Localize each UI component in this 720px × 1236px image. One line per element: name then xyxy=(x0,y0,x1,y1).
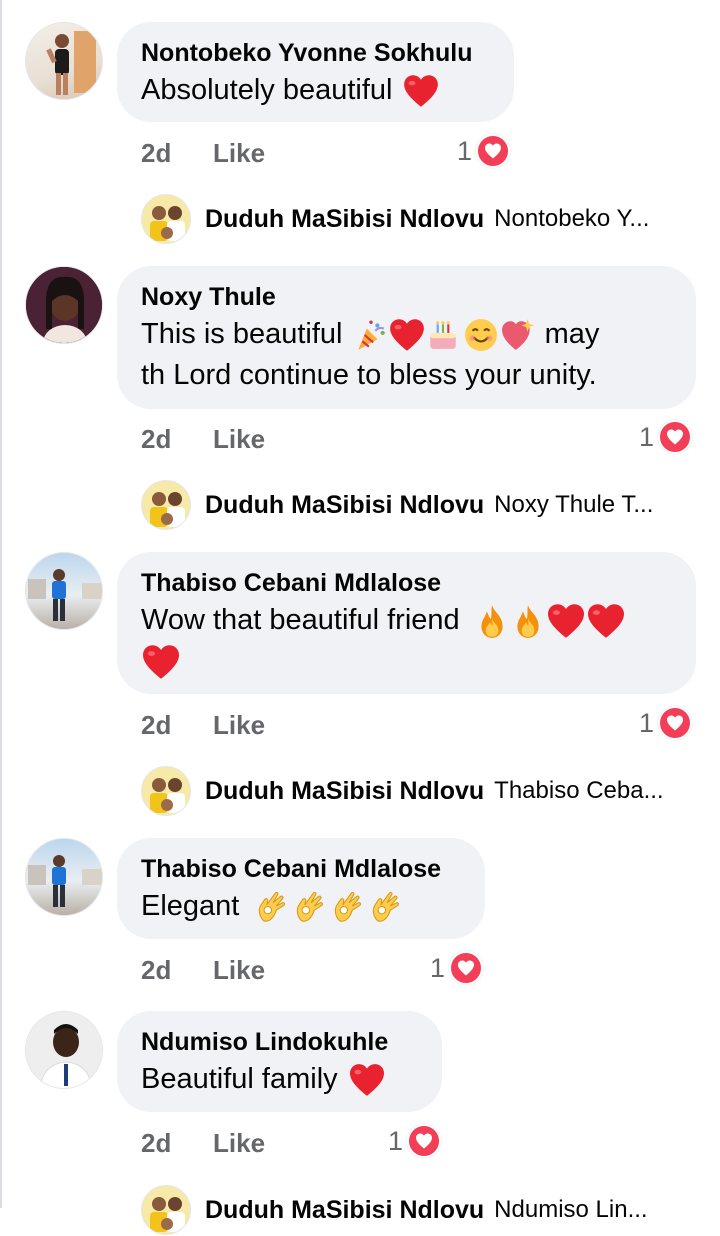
reply-author[interactable]: Duduh MaSibisi Ndlovu xyxy=(205,205,484,234)
ok-hand-icon xyxy=(253,889,289,925)
reply-author[interactable]: Duduh MaSibisi Ndlovu xyxy=(205,777,484,806)
avatar[interactable] xyxy=(25,552,103,630)
reaction-count: 1 xyxy=(639,421,655,452)
comment-text: Elegant xyxy=(141,886,459,927)
love-heart-icon xyxy=(407,1124,442,1158)
comment-text-line-1-tail: may xyxy=(544,318,600,350)
reply-preview[interactable]: Duduh MaSibisi Ndlovu Noxy Thule T... xyxy=(141,479,653,531)
love-heart-icon xyxy=(476,134,511,168)
like-button[interactable]: Like xyxy=(213,138,265,169)
reply-snippet: Noxy Thule T... xyxy=(494,491,654,518)
comment-text-line-1: This is beautiful xyxy=(141,318,343,350)
comment-timestamp[interactable]: 2d xyxy=(141,1128,171,1159)
comment-text-body: Elegant xyxy=(141,890,240,922)
comment-bubble[interactable]: Thabiso Cebani Mdlalose Elegant xyxy=(117,838,485,939)
love-heart-icon xyxy=(449,951,484,985)
comment-text: Wow that beautiful friend xyxy=(141,600,670,641)
comment-bubble[interactable]: Noxy Thule This is beautiful may th Lord… xyxy=(117,266,696,409)
like-button[interactable]: Like xyxy=(213,955,265,986)
comment-author[interactable]: Nontobeko Yvonne Sokhulu xyxy=(141,36,488,70)
like-button[interactable]: Like xyxy=(213,424,265,455)
fire-icon xyxy=(474,603,510,639)
reaction-count: 1 xyxy=(388,1125,404,1156)
reaction-count: 1 xyxy=(639,707,655,738)
comment-text-body: Wow that beautiful friend xyxy=(141,604,460,636)
red-heart-icon xyxy=(389,318,425,352)
reaction-summary[interactable]: 1 xyxy=(430,951,484,985)
comment-author[interactable]: Noxy Thule xyxy=(141,280,670,314)
avatar-photo xyxy=(26,267,102,343)
comment-text-body: Beautiful family xyxy=(141,1063,338,1095)
reply-avatar xyxy=(141,1185,191,1235)
red-heart-icon xyxy=(348,1063,386,1097)
fire-icon xyxy=(510,603,546,639)
comment-author[interactable]: Thabiso Cebani Mdlalose xyxy=(141,852,459,886)
love-heart-icon xyxy=(658,420,693,454)
ok-hand-icon xyxy=(367,889,403,925)
party-popper-icon xyxy=(353,318,389,352)
ok-hand-icon xyxy=(291,889,327,925)
red-heart-icon xyxy=(586,603,626,639)
comment-bubble[interactable]: Thabiso Cebani Mdlalose Wow that beautif… xyxy=(117,552,696,694)
comment-text-body: Absolutely beautiful xyxy=(141,74,393,106)
comment-timestamp[interactable]: 2d xyxy=(141,955,171,986)
comment-bubble[interactable]: Ndumiso Lindokuhle Beautiful family xyxy=(117,1011,442,1112)
reply-snippet: Thabiso Ceba... xyxy=(494,777,664,804)
comment-text-line-2: th Lord continue to bless your unity. xyxy=(141,359,597,391)
reply-avatar xyxy=(141,766,191,816)
comment-timestamp[interactable]: 2d xyxy=(141,138,171,169)
reply-author[interactable]: Duduh MaSibisi Ndlovu xyxy=(205,491,484,520)
red-heart-icon xyxy=(546,603,586,639)
reply-avatar xyxy=(141,194,191,244)
left-edge-divider xyxy=(0,0,2,1208)
comment-text-line-2 xyxy=(141,641,670,682)
reply-preview[interactable]: Duduh MaSibisi Ndlovu Nontobeko Y... xyxy=(141,193,649,245)
reply-preview[interactable]: Duduh MaSibisi Ndlovu Thabiso Ceba... xyxy=(141,765,664,817)
birthday-cake-icon xyxy=(425,318,461,352)
comment-timestamp[interactable]: 2d xyxy=(141,710,171,741)
comment-text: Absolutely beautiful xyxy=(141,70,488,111)
avatar[interactable] xyxy=(25,1011,103,1089)
ok-hand-icon xyxy=(329,889,365,925)
reply-preview[interactable]: Duduh MaSibisi Ndlovu Ndumiso Lin... xyxy=(141,1184,648,1236)
red-heart-icon xyxy=(403,74,439,108)
reaction-summary[interactable]: 1 xyxy=(639,706,693,740)
reaction-summary[interactable]: 1 xyxy=(639,420,693,454)
avatar[interactable] xyxy=(25,22,103,100)
avatar-photo xyxy=(46,31,96,95)
avatar-photo xyxy=(26,1012,102,1088)
smiling-face-icon xyxy=(463,318,499,352)
comment-bubble[interactable]: Nontobeko Yvonne Sokhulu Absolutely beau… xyxy=(117,22,514,122)
reply-author[interactable]: Duduh MaSibisi Ndlovu xyxy=(205,1196,484,1225)
like-button[interactable]: Like xyxy=(213,710,265,741)
avatar-photo xyxy=(28,855,102,907)
avatar[interactable] xyxy=(25,838,103,916)
comment-author[interactable]: Thabiso Cebani Mdlalose xyxy=(141,566,670,600)
reaction-count: 1 xyxy=(430,952,446,983)
love-heart-icon xyxy=(658,706,693,740)
sparkling-heart-icon xyxy=(499,318,537,352)
reply-snippet: Ndumiso Lin... xyxy=(494,1196,648,1223)
avatar[interactable] xyxy=(25,266,103,344)
reply-snippet: Nontobeko Y... xyxy=(494,205,650,232)
red-heart-icon xyxy=(141,644,181,680)
comment-timestamp[interactable]: 2d xyxy=(141,424,171,455)
reply-avatar xyxy=(141,480,191,530)
comment-text: This is beautiful may xyxy=(141,314,670,355)
reaction-summary[interactable]: 1 xyxy=(388,1124,442,1158)
reaction-summary[interactable]: 1 xyxy=(457,134,511,168)
like-button[interactable]: Like xyxy=(213,1128,265,1159)
reaction-count: 1 xyxy=(457,135,473,166)
avatar-photo xyxy=(28,569,102,621)
comment-author[interactable]: Ndumiso Lindokuhle xyxy=(141,1025,416,1059)
comment-text: Beautiful family xyxy=(141,1059,416,1100)
